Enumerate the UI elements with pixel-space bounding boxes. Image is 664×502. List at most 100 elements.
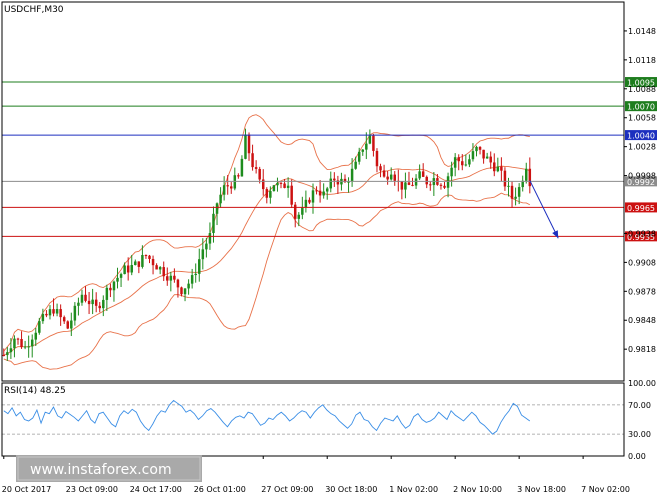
candle-body [439,184,443,186]
price-tick-label-4: 1.0028 [628,143,656,152]
level-label-1: 1.0070 [627,103,655,112]
candle-body [148,255,151,259]
candle-body [198,259,201,274]
candle-body [329,178,333,189]
candle-body [450,167,453,177]
candle-body [162,267,165,277]
candle-body [507,185,510,187]
candle-body [258,168,261,180]
candle-body [190,275,194,284]
candle-body [205,243,208,250]
candle-body [315,190,318,192]
candle-body [489,156,492,163]
candle-body [379,166,382,171]
candle-body [6,352,9,356]
candle-body [464,164,468,166]
candle-body [112,281,116,291]
candle-body [62,317,66,322]
candle-body [493,162,496,172]
candle-body [180,287,183,295]
candle-body [297,214,301,219]
candle-body [496,166,500,172]
rsi-line [3,399,531,435]
price-chart-svg: 1.00951.00701.00400.99920.99650.9935 100… [1,1,657,494]
candle-body [283,183,286,188]
price-tick-label-3: 1.0058 [628,114,656,123]
candle-body [219,194,222,204]
candle-body [308,199,311,203]
candle-body [354,161,357,169]
candle-body [386,176,389,180]
candle-body [350,168,354,182]
candle-body [141,255,144,267]
forecast-arrow-shaft [529,180,559,239]
candle-body [80,294,84,303]
price-tick-label-10: 0.9818 [628,345,656,354]
candle-body [510,185,514,199]
candle-body [269,191,272,198]
candle-body [286,185,290,188]
candle-body [134,261,137,266]
candle-body [475,146,478,152]
candle-body [468,159,471,165]
candle-body [73,305,77,321]
candle-body [333,178,336,181]
price-tick-label-7: 0.9908 [628,258,656,267]
candle-body [126,265,130,273]
candle-body [166,276,169,281]
candle-body [514,196,517,199]
candle-body [59,309,62,318]
candle-body [194,273,197,276]
candle-body [176,279,180,288]
candle-body [144,255,148,257]
candle-body [429,184,432,186]
candle-body [208,233,212,244]
candle-body [201,249,205,260]
candle-body [325,188,329,192]
candle-body [222,185,226,195]
instaforex-watermark: www.instaforex.com [16,455,202,482]
rsi-tick-label-0: 100.00 [628,379,656,388]
candle-body [130,265,133,273]
candle-body [457,157,460,162]
candle-body [368,135,372,144]
candle-body [38,321,41,333]
candle-body [27,346,30,348]
candle-body [279,182,283,184]
price-tick-label-2: 1.0088 [628,85,656,94]
candle-body [66,321,69,329]
candle-body [226,185,229,187]
candle-body [404,182,407,190]
x-tick-label-6: 1 Nov 02:00 [389,485,438,494]
candle-body [45,313,48,316]
candle-body [173,275,176,280]
candle-body [169,275,173,281]
candle-body [357,151,361,162]
candle-body [23,346,27,348]
candle-body [414,178,418,186]
candle-body [240,158,244,177]
candle-body [478,146,482,150]
candle-body [70,320,73,329]
candle-body [254,167,258,169]
candle-body [461,161,464,166]
candle-body [244,134,247,159]
rsi-tick-label-2: 30.00 [628,430,651,439]
candle-body [322,191,325,196]
candle-body [453,157,457,168]
rsi-title: RSI(14) 48.25 [4,386,66,396]
x-tick-label-8: 3 Nov 18:00 [517,485,566,494]
candle-body [230,186,233,189]
candle-body [84,294,87,301]
candle-body [13,338,16,349]
x-tick-label-5: 30 Oct 18:00 [325,485,377,494]
candle-body [525,168,528,181]
x-tick-label-9: 7 Nov 02:00 [581,485,630,494]
candle-body [34,332,38,340]
candle-body [318,190,322,196]
rsi-panel-frame [1,382,625,457]
rsi-tick-label-1: 70.00 [628,401,651,410]
candle-body [443,185,446,188]
x-tick-label-0: 20 Oct 2017 [2,485,51,494]
candle-body [91,299,94,305]
